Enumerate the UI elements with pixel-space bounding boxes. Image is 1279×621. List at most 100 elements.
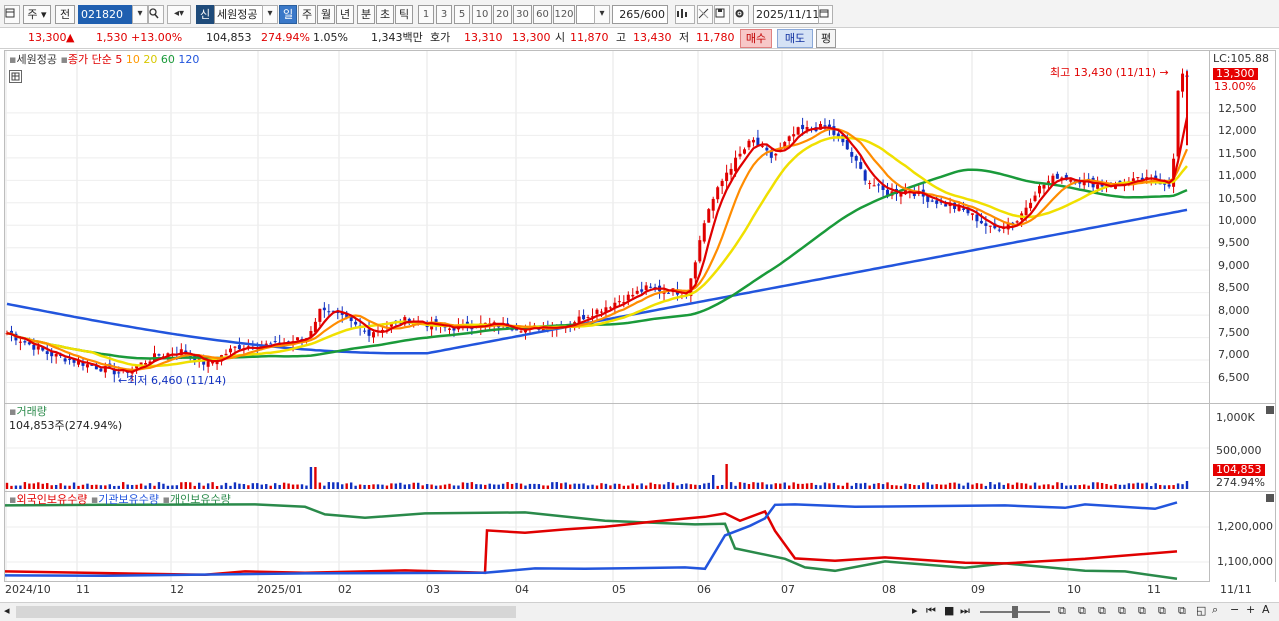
candle-body [1136, 177, 1140, 179]
volume-bar [546, 485, 550, 489]
save-icon[interactable] [714, 5, 730, 24]
credit-badge: 신 [196, 5, 214, 24]
average-button[interactable]: 평 [816, 29, 836, 48]
expand-icon[interactable]: ◱ [1196, 604, 1206, 617]
legend-ma120: 120 [178, 53, 200, 66]
scroll-left-icon[interactable]: ◂ [4, 604, 10, 617]
layout-icon[interactable]: ⧉ [1178, 604, 1186, 618]
interval-button[interactable]: 20 [493, 5, 512, 24]
settings-gear-icon[interactable] [733, 5, 749, 24]
layout-icon[interactable]: ⧉ [1098, 604, 1106, 618]
search-icon[interactable] [148, 5, 164, 24]
layout-icon[interactable]: ⧉ [1158, 604, 1166, 618]
price-axis-tick: 7,000 [1218, 348, 1250, 362]
zoom-out-icon[interactable]: − [1230, 603, 1239, 616]
interval-button[interactable]: 120 [553, 5, 575, 24]
volume-bar [1150, 485, 1153, 489]
volume-panel[interactable] [4, 403, 1210, 492]
interval-button[interactable]: 30 [513, 5, 532, 24]
volume-bar [980, 483, 983, 489]
zoom-search-icon[interactable]: ⌕ [1212, 603, 1218, 617]
volume-bar [922, 482, 925, 489]
volume-bar [823, 482, 827, 489]
candle-body [63, 358, 67, 362]
buy-button[interactable]: 매수 [740, 29, 772, 48]
volume-bar [814, 484, 818, 489]
volume-bar [618, 483, 621, 489]
sell-button[interactable]: 매도 [777, 29, 813, 48]
volume-bar [479, 484, 482, 489]
period-second-button[interactable]: 초 [376, 5, 394, 24]
interval-dropdown-icon[interactable]: ▾ [594, 5, 610, 24]
volume-bar [104, 485, 107, 489]
volume-bar [832, 482, 836, 489]
bottom-scrollbar[interactable]: ◂ ▸ ⏮ ■ ⏭ ⧉ ⧉ ⧉ ⧉ ⧉ ⧉ ⧉ ◱ ⌕ − + A [0, 602, 1279, 621]
period-year-button[interactable]: 년 [336, 5, 354, 24]
volume-bar [68, 485, 71, 489]
period-tick-button[interactable]: 틱 [395, 5, 413, 24]
chart-tools-icon[interactable] [675, 5, 695, 24]
volume-bar [1123, 484, 1126, 489]
volume-bar [86, 483, 89, 489]
data-count-field[interactable]: 265/600 [612, 5, 668, 24]
volume-bar [828, 483, 831, 489]
chart-menu-icon[interactable] [4, 5, 20, 24]
calendar-icon[interactable] [818, 5, 833, 24]
layout-icon[interactable]: ⧉ [1078, 604, 1086, 618]
period-day-button[interactable]: 일 [279, 5, 297, 24]
volume-bar [470, 482, 474, 489]
table-toggle-icon[interactable] [9, 70, 22, 83]
play-icon[interactable]: ▸ [912, 604, 918, 617]
stock-type-select[interactable]: 주 ▾ [23, 5, 51, 24]
volume-chart-canvas[interactable] [5, 404, 1209, 491]
legend-marker: ▪ [162, 493, 170, 506]
x-axis-label: 11 [1147, 583, 1161, 596]
panel-close-icon[interactable] [1266, 406, 1274, 414]
font-size-icon[interactable]: A [1262, 603, 1270, 616]
scroll-thumb[interactable] [16, 606, 516, 618]
layout-icon[interactable]: ⧉ [1058, 604, 1066, 618]
price-chart-canvas[interactable] [5, 51, 1209, 403]
volume-bar [126, 484, 129, 489]
period-week-button[interactable]: 주 [298, 5, 316, 24]
volume-bar [434, 485, 438, 489]
interval-button[interactable]: 60 [533, 5, 552, 24]
period-month-button[interactable]: 월 [317, 5, 335, 24]
candle-body [635, 290, 639, 294]
sound-icon[interactable]: ◂▾ [167, 5, 191, 24]
layout-icon[interactable]: ⧉ [1138, 604, 1146, 618]
volume-bar [913, 484, 916, 489]
interval-button[interactable]: 1 [418, 5, 434, 24]
period-minute-button[interactable]: 분 [357, 5, 375, 24]
volume-bar [305, 485, 308, 489]
volume-bar [372, 484, 375, 489]
forward-icon[interactable]: ⏭ [960, 604, 970, 618]
candle-body [32, 344, 36, 350]
price-chart-panel[interactable] [4, 50, 1210, 404]
code-dropdown-icon[interactable]: ▾ [132, 5, 148, 24]
volume-bar [729, 482, 733, 489]
arrow-left-icon: ← [118, 374, 128, 387]
candle-body [872, 185, 876, 187]
panel-close-icon[interactable] [1266, 494, 1274, 502]
stop-icon[interactable]: ■ [944, 604, 954, 617]
volume-bar [349, 482, 353, 489]
candle-body [1055, 173, 1059, 179]
layout-icon[interactable]: ⧉ [1118, 604, 1126, 618]
name-dropdown-icon[interactable]: ▾ [262, 5, 278, 24]
interval-button[interactable]: 5 [454, 5, 470, 24]
draw-tool-icon[interactable] [697, 5, 713, 24]
volume-bar [488, 483, 491, 489]
x-axis-label: 03 [426, 583, 440, 596]
interval-button[interactable]: 3 [436, 5, 452, 24]
zoom-slider-handle[interactable] [1012, 606, 1018, 618]
stock-code-input[interactable]: 021820 [78, 5, 136, 24]
prefix-button[interactable]: 전 [55, 5, 75, 24]
zoom-in-icon[interactable]: + [1246, 603, 1255, 616]
legend-stock-name: 세원정공 [16, 53, 57, 66]
volume-bar [247, 485, 250, 489]
volume-bar [341, 484, 344, 489]
x-axis-label: 11 [76, 583, 90, 596]
rewind-icon[interactable]: ⏮ [926, 604, 936, 618]
interval-button[interactable]: 10 [472, 5, 492, 24]
